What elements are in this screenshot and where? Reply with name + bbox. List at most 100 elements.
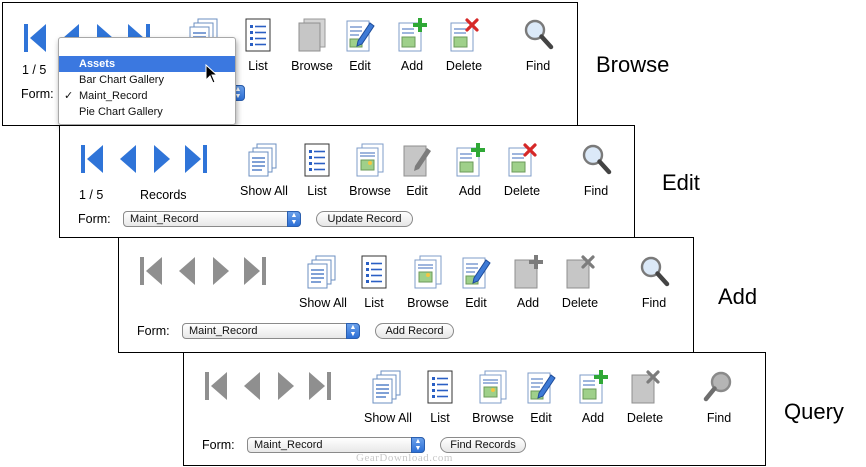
- edit-panel: 1 / 5 Records Form: Maint_Record ▲ ▼ Updat…: [59, 125, 635, 238]
- first-record-button[interactable]: [80, 142, 104, 176]
- find-label: Find: [641, 296, 667, 310]
- delete-button[interactable]: Delete: [495, 142, 549, 198]
- last-record-icon: [308, 369, 332, 403]
- first-record-button[interactable]: [139, 254, 163, 288]
- edit-label: Edit: [349, 59, 371, 73]
- browse-label: Browse: [407, 296, 449, 310]
- show-all-icon: [248, 142, 280, 178]
- mode-label-query: Query: [784, 399, 844, 424]
- browse-label: Browse: [349, 184, 391, 198]
- list-button[interactable]: List: [347, 254, 401, 310]
- list-button[interactable]: List: [413, 369, 467, 425]
- show-all-button[interactable]: Show All: [361, 369, 415, 425]
- checkmark-icon: ✓: [64, 90, 74, 102]
- select-arrows-icon: ▲ ▼: [346, 323, 360, 339]
- menu-item-pie-chart-gallery[interactable]: Pie Chart Gallery: [59, 104, 235, 120]
- records-label: Records: [140, 188, 187, 202]
- show-all-label: Show All: [240, 184, 288, 198]
- show-all-icon: [372, 369, 404, 405]
- last-record-icon: [184, 142, 208, 176]
- last-record-icon: [243, 254, 267, 288]
- first-record-icon: [80, 142, 104, 176]
- list-button[interactable]: List: [231, 17, 285, 73]
- delete-button[interactable]: Delete: [618, 369, 672, 425]
- next-record-icon: [274, 369, 298, 403]
- next-record-button[interactable]: [150, 142, 174, 176]
- browse-button[interactable]: Browse: [466, 369, 520, 425]
- watermark: GearDownload.com: [356, 452, 453, 464]
- edit-icon: [344, 17, 376, 53]
- add-record-button[interactable]: Add Record: [375, 323, 454, 339]
- last-record-button[interactable]: [308, 369, 332, 403]
- next-record-icon: [150, 142, 174, 176]
- list-button[interactable]: List: [290, 142, 344, 198]
- form-label: Form:: [202, 438, 235, 452]
- mode-label-edit: Edit: [662, 170, 700, 195]
- next-record-icon: [209, 254, 233, 288]
- form-dropdown-menu: Assets Bar Chart Gallery ✓ Maint_Record P…: [58, 37, 236, 125]
- browse-label: Browse: [472, 411, 514, 425]
- show-all-label: Show All: [364, 411, 412, 425]
- form-select[interactable]: Maint_Record ▲ ▼: [182, 323, 360, 339]
- edit-button[interactable]: Edit: [449, 254, 503, 310]
- first-record-button[interactable]: [204, 369, 228, 403]
- add-button[interactable]: Add: [566, 369, 620, 425]
- update-record-button[interactable]: Update Record: [316, 211, 413, 227]
- last-record-button[interactable]: [184, 142, 208, 176]
- show-all-label: Show All: [299, 296, 347, 310]
- last-record-button[interactable]: [243, 254, 267, 288]
- query-panel: Form: Maint_Record ▲ ▼ Find Records Show A…: [183, 352, 766, 466]
- add-label: Add: [516, 296, 540, 310]
- form-select[interactable]: Maint_Record ▲ ▼: [247, 437, 425, 453]
- edit-button[interactable]: Edit: [333, 17, 387, 73]
- delete-button[interactable]: Delete: [437, 17, 491, 73]
- form-label: Form:: [137, 324, 170, 338]
- browse-button[interactable]: Browse: [343, 142, 397, 198]
- edit-label: Edit: [530, 411, 552, 425]
- delete-label: Delete: [626, 411, 664, 425]
- find-label: Find: [525, 59, 551, 73]
- edit-button[interactable]: Edit: [514, 369, 568, 425]
- edit-button[interactable]: Edit: [390, 142, 444, 198]
- list-label: List: [430, 411, 450, 425]
- prev-record-button[interactable]: [175, 254, 199, 288]
- prev-record-button[interactable]: [116, 142, 140, 176]
- next-record-button[interactable]: [274, 369, 298, 403]
- form-label: Form:: [21, 87, 54, 101]
- browse-icon: [354, 142, 386, 178]
- show-all-button[interactable]: Show All: [296, 254, 350, 310]
- delete-label: Delete: [445, 59, 483, 73]
- delete-label: Delete: [503, 184, 541, 198]
- find-records-button[interactable]: Find Records: [440, 437, 526, 453]
- menu-item-maint-record[interactable]: ✓ Maint_Record: [59, 88, 235, 104]
- add-button[interactable]: Add: [385, 17, 439, 73]
- list-icon: [242, 17, 274, 53]
- add-button[interactable]: Add: [443, 142, 497, 198]
- add-icon: [454, 142, 486, 178]
- find-button[interactable]: Find: [511, 17, 565, 73]
- prev-record-button[interactable]: [240, 369, 264, 403]
- add-panel: Form: Maint_Record ▲ ▼ Add Record Show All…: [118, 237, 694, 353]
- mouse-cursor-icon: [205, 64, 219, 84]
- list-icon: [358, 254, 390, 290]
- first-record-button[interactable]: [23, 21, 47, 55]
- find-icon: [522, 17, 554, 53]
- select-arrows-icon: ▲ ▼: [287, 211, 301, 227]
- find-button[interactable]: Find: [627, 254, 681, 310]
- show-all-button[interactable]: Show All: [237, 142, 291, 198]
- find-label: Find: [583, 184, 609, 198]
- form-select[interactable]: Maint_Record ▲ ▼: [123, 211, 301, 227]
- next-record-button[interactable]: [209, 254, 233, 288]
- prev-record-icon: [175, 254, 199, 288]
- find-button[interactable]: Find: [569, 142, 623, 198]
- select-arrows-icon: ▲ ▼: [411, 437, 425, 453]
- list-label: List: [307, 184, 327, 198]
- delete-button[interactable]: Delete: [553, 254, 607, 310]
- add-button[interactable]: Add: [501, 254, 555, 310]
- add-icon: [396, 17, 428, 53]
- find-icon: [580, 142, 612, 178]
- browse-button[interactable]: Browse: [285, 17, 339, 73]
- browse-button[interactable]: Browse: [401, 254, 455, 310]
- find-button[interactable]: Find: [692, 369, 746, 425]
- edit-icon: [525, 369, 557, 405]
